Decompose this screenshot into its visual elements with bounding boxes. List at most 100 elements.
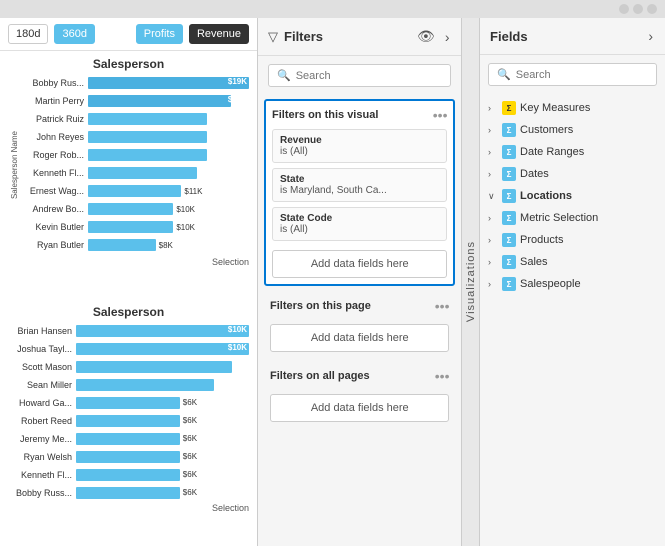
field-group: › Σ Key Measures: [480, 98, 665, 118]
chart1-bar-row: Roger Rob... $14K: [20, 147, 249, 163]
field-group-header[interactable]: › Σ Sales: [480, 252, 665, 272]
field-group-name: Key Measures: [520, 102, 590, 114]
chart2-bar-row: Brian Hansen $10K: [8, 323, 249, 339]
bar-label: Ryan Welsh: [8, 452, 76, 462]
filters-on-all-add-button[interactable]: Add data fields here: [270, 394, 449, 422]
filters-search-icon: 🔍: [277, 69, 291, 82]
chevron-icon: ›: [488, 147, 498, 157]
filter-card-value: is (All): [280, 224, 439, 235]
fields-search-input[interactable]: [516, 69, 658, 81]
field-group: › Σ Sales: [480, 252, 665, 272]
field-group-header[interactable]: › Σ Key Measures: [480, 98, 665, 118]
bar-value: $14K: [228, 113, 247, 122]
field-group-name: Customers: [520, 124, 573, 136]
field-group: ∨ Σ Locations: [480, 186, 665, 206]
chart1-footer: Selection: [8, 257, 249, 267]
time-180d-button[interactable]: 180d: [8, 24, 48, 44]
chart2-bar-row: Kenneth Fl... $6K: [8, 467, 249, 483]
filters-on-all-title: Filters on all pages: [270, 370, 370, 382]
field-type-icon: Σ: [502, 189, 516, 203]
chart1-yaxis: Salesperson Name: [8, 75, 20, 255]
bar-value-outside: $10K: [176, 205, 195, 214]
field-group: › Σ Customers: [480, 120, 665, 140]
bar-track[interactable]: $9K: [76, 361, 249, 373]
filters-eye-button[interactable]: 👁: [415, 26, 437, 47]
filters-on-visual-more[interactable]: •••: [433, 107, 448, 123]
filters-on-page-add-button[interactable]: Add data fields here: [270, 324, 449, 352]
bar-fill: $17K: [88, 95, 231, 107]
bar-track[interactable]: $13K: [88, 167, 249, 179]
bar-fill: $14K: [88, 149, 207, 161]
filters-on-visual-section: Filters on this visual ••• Revenue is (A…: [264, 99, 455, 286]
chart2-bar-row: Robert Reed $6K: [8, 413, 249, 429]
fields-title: Fields: [490, 29, 646, 44]
chart1-bar-row: Bobby Rus... $19K: [20, 75, 249, 91]
profits-button[interactable]: Profits: [136, 24, 183, 44]
field-group-name: Sales: [520, 256, 548, 268]
field-group-header[interactable]: › Σ Dates: [480, 164, 665, 184]
bar-track[interactable]: $14K: [88, 131, 249, 143]
close-btn[interactable]: [647, 4, 657, 14]
bar-label: Jeremy Me...: [8, 434, 76, 444]
bar-track[interactable]: $8K: [88, 239, 249, 251]
bar-value: $13K: [228, 167, 247, 176]
bar-track[interactable]: $10K: [88, 203, 249, 215]
filters-on-visual-add-button[interactable]: Add data fields here: [272, 250, 447, 278]
chart2-bar-row: Joshua Tayl... $10K: [8, 341, 249, 357]
bar-label: Kenneth Fl...: [20, 168, 88, 178]
filters-on-page-more[interactable]: •••: [435, 298, 450, 314]
chart1-bar-row: Kevin Butler $10K: [20, 219, 249, 235]
revenue-button[interactable]: Revenue: [189, 24, 249, 44]
fields-search-box: 🔍: [488, 63, 657, 86]
bar-track[interactable]: $14K: [88, 113, 249, 125]
bar-fill: $14K: [88, 113, 207, 125]
bar-track[interactable]: $10K: [76, 325, 249, 337]
bar-track[interactable]: $11K: [88, 185, 249, 197]
field-group-header[interactable]: › Σ Date Ranges: [480, 142, 665, 162]
bar-fill: [88, 239, 156, 251]
chart1-title: Salesperson: [8, 57, 249, 71]
bar-track[interactable]: $6K: [76, 469, 249, 481]
chevron-icon: ›: [488, 103, 498, 113]
maximize-btn[interactable]: [633, 4, 643, 14]
filter-card[interactable]: State is Maryland, South Ca...: [272, 168, 447, 202]
fields-collapse-button[interactable]: ›: [646, 26, 655, 46]
bar-value-outside: $6K: [183, 398, 197, 407]
filter-card[interactable]: Revenue is (All): [272, 129, 447, 163]
chevron-icon: ›: [488, 169, 498, 179]
field-group: › Σ Dates: [480, 164, 665, 184]
bar-fill: [76, 469, 180, 481]
field-group-header[interactable]: › Σ Products: [480, 230, 665, 250]
bar-track[interactable]: $8K: [76, 379, 249, 391]
visualizations-tab[interactable]: Visualizations: [462, 18, 480, 546]
bar-fill: $14K: [88, 131, 207, 143]
field-group-header[interactable]: › Σ Metric Selection: [480, 208, 665, 228]
bar-label: Roger Rob...: [20, 150, 88, 160]
bar-track[interactable]: $17K: [88, 95, 249, 107]
filters-forward-button[interactable]: ›: [443, 27, 452, 47]
filters-on-all-more[interactable]: •••: [435, 368, 450, 384]
bar-label: Martin Perry: [20, 96, 88, 106]
filters-on-page-section: Filters on this page ••• Add data fields…: [264, 294, 455, 356]
bar-track[interactable]: $6K: [76, 451, 249, 463]
bar-track[interactable]: $6K: [76, 397, 249, 409]
filters-search-input[interactable]: [296, 70, 443, 82]
bar-track[interactable]: $6K: [76, 487, 249, 499]
bar-track[interactable]: $10K: [76, 343, 249, 355]
bar-track[interactable]: $14K: [88, 149, 249, 161]
filters-panel: ▽ Filters 👁 › 🔍 Filters on this visual •…: [258, 18, 462, 546]
fields-panel: Fields › 🔍 › Σ Key Measures › Σ Customer…: [480, 18, 665, 546]
bar-track[interactable]: $10K: [88, 221, 249, 233]
bar-label: Sean Miller: [8, 380, 76, 390]
filter-card[interactable]: State Code is (All): [272, 207, 447, 241]
bar-track[interactable]: $19K: [88, 77, 249, 89]
time-360d-button[interactable]: 360d: [54, 24, 94, 44]
field-group-header[interactable]: › Σ Salespeople: [480, 274, 665, 294]
field-group-header[interactable]: ∨ Σ Locations: [480, 186, 665, 206]
bar-label: Brian Hansen: [8, 326, 76, 336]
bar-value: $9K: [232, 361, 247, 370]
minimize-btn[interactable]: [619, 4, 629, 14]
bar-track[interactable]: $6K: [76, 433, 249, 445]
bar-track[interactable]: $6K: [76, 415, 249, 427]
field-group-header[interactable]: › Σ Customers: [480, 120, 665, 140]
